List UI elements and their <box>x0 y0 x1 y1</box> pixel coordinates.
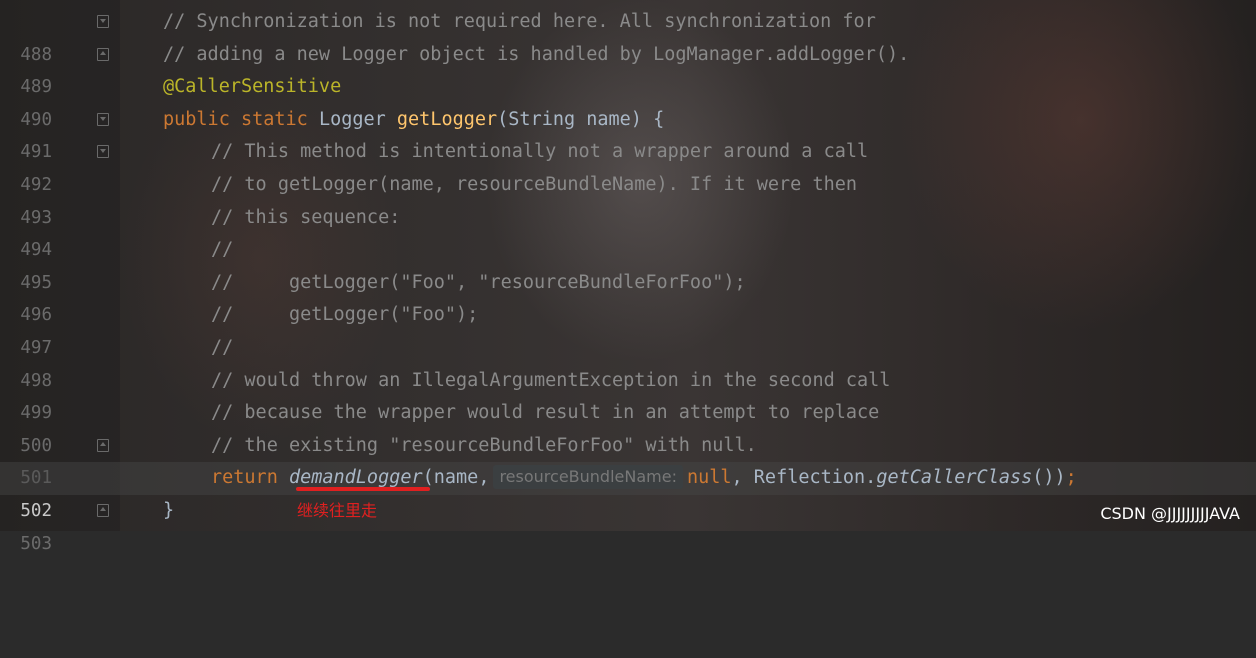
code-line[interactable]: 494 // this sequence: <box>0 202 1256 261</box>
comment-text: // would throw an IllegalArgumentExcepti… <box>211 369 891 391</box>
code-line[interactable]: 489 // adding a new Logger object is han… <box>0 39 1256 98</box>
fold-collapse-icon[interactable] <box>97 145 109 159</box>
code-line-current[interactable]: 502 return demandLogger(name, resourceBun… <box>0 462 1256 521</box>
fold-collapse-icon[interactable] <box>97 112 109 126</box>
comment-text: // Synchronization is not required here.… <box>163 11 876 32</box>
return-type: Logger <box>318 108 397 130</box>
comment-text: // to getLogger(name, resourceBundleName… <box>211 173 858 195</box>
code-line[interactable]: 500 // because the wrapper would result … <box>0 397 1256 456</box>
call-args: , Reflection. <box>731 467 877 489</box>
code-line[interactable]: 501 // the existing "resourceBundleForFo… <box>0 430 1256 489</box>
code-line[interactable]: 499 // would throw an IllegalArgumentExc… <box>0 365 1256 424</box>
comment-text: // <box>211 336 234 358</box>
watermark: CSDN @JJJJJJJJJAVA <box>1100 504 1240 523</box>
code-line[interactable]: 497 // getLogger("Foo"); <box>0 299 1256 358</box>
code-line[interactable]: 498 // <box>0 332 1256 391</box>
code-line[interactable]: 488 // Synchronization is not required h… <box>0 6 1256 65</box>
fold-end-icon[interactable] <box>97 438 109 452</box>
comment-text: // because the wrapper would result in a… <box>211 402 880 424</box>
code-line[interactable]: 490 @CallerSensitive <box>0 71 1256 130</box>
code-line[interactable]: 503 } <box>0 495 1256 554</box>
comment-text: // This method is intentionally not a wr… <box>211 141 869 163</box>
fold-end-icon[interactable] <box>97 503 109 517</box>
fold-end-icon[interactable] <box>97 47 109 61</box>
semicolon: ; <box>1065 467 1077 489</box>
comment-text: // getLogger("Foo", "resourceBundleForFo… <box>211 271 746 293</box>
comment-text: // this sequence: <box>211 206 401 228</box>
keyword-null: null <box>686 467 732 489</box>
keyword: return <box>211 467 289 489</box>
method-call-getcallerclass[interactable]: getCallerClass <box>876 467 1032 488</box>
code-line[interactable]: 492 // This method is intentionally not … <box>0 136 1256 195</box>
code-line[interactable]: 496 // getLogger("Foo", "resourceBundleF… <box>0 267 1256 326</box>
code-line[interactable]: 495 // <box>0 234 1256 293</box>
parameter-hint: resourceBundleName: <box>493 465 683 490</box>
method-name: getLogger <box>396 108 498 130</box>
comment-text: // getLogger("Foo"); <box>211 304 479 326</box>
comment-text: // the existing "resourceBundleForFoo" w… <box>211 434 757 456</box>
call-args: (name, <box>422 467 490 489</box>
keyword: public static <box>163 108 319 130</box>
annotation-text: @CallerSensitive <box>163 76 342 98</box>
comment-text: // adding a new Logger object is handled… <box>163 43 910 65</box>
line-number: 503 <box>20 533 52 554</box>
red-annotation-note: 继续往里走 <box>297 501 378 520</box>
method-params: (String name) { <box>497 108 665 130</box>
comment-text: // <box>211 239 234 261</box>
call-args: ()) <box>1032 467 1066 489</box>
method-call-demandlogger[interactable]: demandLogger <box>289 467 423 488</box>
closing-brace: } <box>163 499 175 521</box>
code-editor[interactable]: 488 // Synchronization is not required h… <box>0 6 1256 554</box>
code-line[interactable]: 491 public static Logger getLogger(Strin… <box>0 104 1256 163</box>
code-line[interactable]: 493 // to getLogger(name, resourceBundle… <box>0 169 1256 228</box>
method-signature: public static Logger getLogger(String na… <box>163 104 664 137</box>
fold-collapse-icon[interactable] <box>97 15 109 28</box>
red-underline-annotation <box>296 487 430 491</box>
